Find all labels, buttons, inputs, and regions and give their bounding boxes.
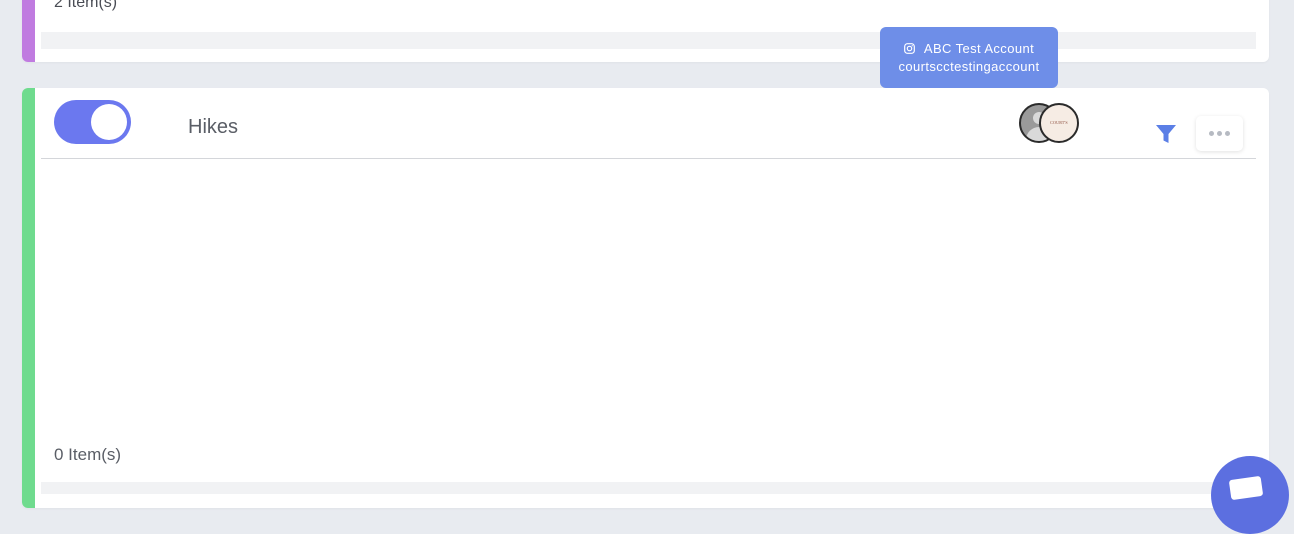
tooltip-account-name: ABC Test Account (923, 40, 1035, 56)
courts-logo-avatar[interactable]: COURT'S (1039, 103, 1079, 143)
chat-launcher-button[interactable] (1211, 456, 1289, 534)
list-accent-bar (22, 88, 35, 508)
list-footer-bar (41, 32, 1256, 49)
list-footer-bar (41, 482, 1256, 494)
tooltip-handle: courtscctestingaccount (898, 59, 1040, 74)
more-options-button[interactable] (1196, 116, 1243, 151)
item-count: 0 Item(s) (54, 445, 122, 464)
list-card-hikes: Hikes COURT'S 0 Item(s) (22, 88, 1269, 508)
account-avatars[interactable]: COURT'S (1019, 103, 1079, 143)
avatar-logo-text: COURT'S (1050, 120, 1068, 125)
list-toggle-switch[interactable] (54, 100, 131, 144)
instagram-icon (903, 42, 915, 54)
list-accent-bar (22, 0, 35, 62)
toggle-knob (91, 104, 127, 140)
filter-icon[interactable] (1155, 124, 1177, 144)
list-card-previous: 2 Item(s) (22, 0, 1269, 62)
account-tooltip: ABC Test Account courtscctestingaccount (880, 27, 1058, 88)
header-divider (41, 158, 1256, 159)
list-title: Hikes (188, 116, 239, 138)
chat-icon (1228, 475, 1264, 501)
more-dots-icon (1209, 131, 1214, 136)
item-count: 2 Item(s) (54, 0, 118, 11)
